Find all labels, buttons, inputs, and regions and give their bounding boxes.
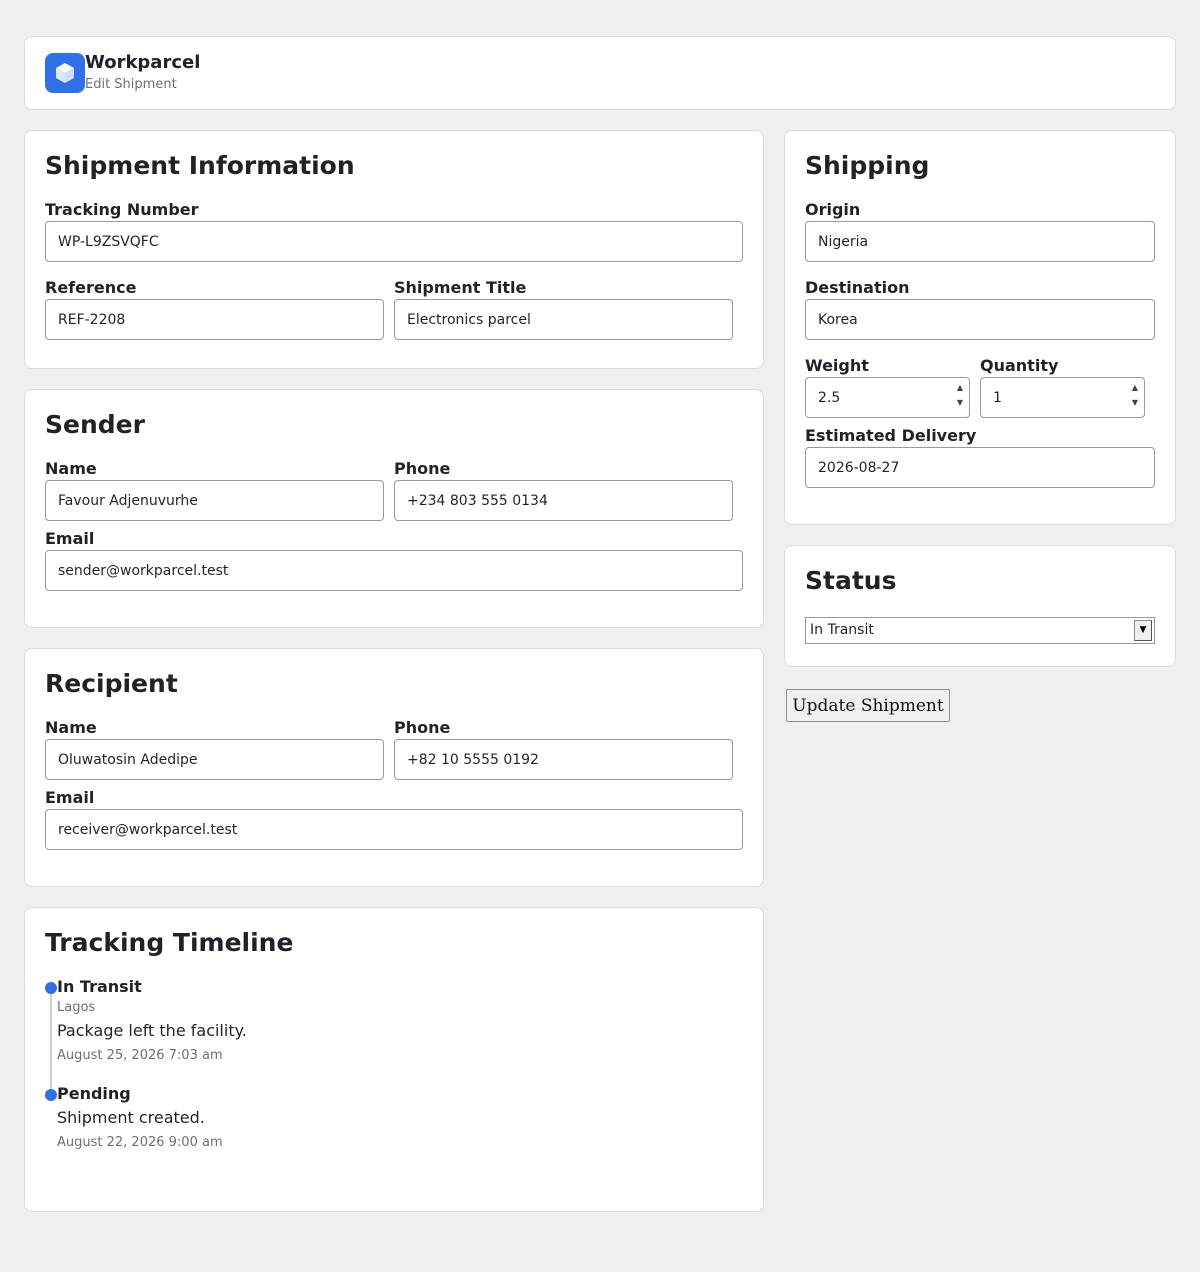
timeline-event-location: Lagos xyxy=(57,1000,96,1015)
timeline-event-status: In Transit xyxy=(57,977,142,996)
weight-stepper[interactable]: ▲ ▼ xyxy=(955,381,965,412)
sender-email-input[interactable] xyxy=(45,550,743,591)
status-select[interactable]: In Transit ▼ xyxy=(805,617,1155,644)
section-title: Shipping xyxy=(805,151,930,180)
sender-phone-input[interactable] xyxy=(394,480,733,521)
timeline-dot xyxy=(45,982,57,994)
recipient-email-input[interactable] xyxy=(45,809,743,850)
tracking-number-input[interactable] xyxy=(45,221,743,262)
shipment-title-label: Shipment Title xyxy=(394,278,527,297)
timeline-event-time: August 25, 2026 7:03 am xyxy=(57,1048,223,1063)
page-subtitle: Edit Shipment xyxy=(85,77,177,92)
sender-name-input[interactable] xyxy=(45,480,384,521)
timeline-event-time: August 22, 2026 9:00 am xyxy=(57,1135,223,1150)
weight-input[interactable] xyxy=(805,377,970,418)
recipient-name-label: Name xyxy=(45,718,97,737)
update-shipment-button[interactable]: Update Shipment xyxy=(786,689,950,722)
timeline-event-message: Shipment created. xyxy=(57,1108,205,1127)
sender-name-label: Name xyxy=(45,459,97,478)
section-title: Recipient xyxy=(45,669,178,698)
sender-email-label: Email xyxy=(45,529,95,548)
stepper-up-icon[interactable]: ▲ xyxy=(1130,381,1140,395)
timeline-line xyxy=(50,990,52,1094)
sender-card: Sender Name Phone Email xyxy=(24,389,764,628)
stepper-down-icon[interactable]: ▼ xyxy=(1130,396,1140,410)
status-select-value: In Transit xyxy=(810,622,874,638)
section-title: Status xyxy=(805,566,897,595)
shipping-card: Shipping Origin Destination Weight Quant… xyxy=(784,130,1176,525)
stepper-down-icon[interactable]: ▼ xyxy=(955,396,965,410)
brand-name: Workparcel xyxy=(85,52,201,73)
recipient-phone-label: Phone xyxy=(394,718,451,737)
reference-input[interactable] xyxy=(45,299,384,340)
timeline-event-message: Package left the facility. xyxy=(57,1021,247,1040)
quantity-label: Quantity xyxy=(980,356,1059,375)
package-box-icon xyxy=(45,53,85,93)
section-title: Shipment Information xyxy=(45,151,355,180)
app-header: Workparcel Edit Shipment xyxy=(24,36,1176,110)
sender-phone-label: Phone xyxy=(394,459,451,478)
quantity-input[interactable] xyxy=(980,377,1145,418)
quantity-stepper[interactable]: ▲ ▼ xyxy=(1130,381,1140,412)
recipient-card: Recipient Name Phone Email xyxy=(24,648,764,887)
stepper-up-icon[interactable]: ▲ xyxy=(955,381,965,395)
recipient-name-input[interactable] xyxy=(45,739,384,780)
tracking-number-label: Tracking Number xyxy=(45,200,199,219)
recipient-email-label: Email xyxy=(45,788,95,807)
recipient-phone-input[interactable] xyxy=(394,739,733,780)
timeline-dot xyxy=(45,1089,57,1101)
status-card: Status In Transit ▼ xyxy=(784,545,1176,667)
origin-input[interactable] xyxy=(805,221,1155,262)
reference-label: Reference xyxy=(45,278,137,297)
destination-input[interactable] xyxy=(805,299,1155,340)
origin-label: Origin xyxy=(805,200,861,219)
destination-label: Destination xyxy=(805,278,910,297)
section-title: Sender xyxy=(45,410,145,439)
shipment-info-card: Shipment Information Tracking Number Ref… xyxy=(24,130,764,369)
chevron-down-icon[interactable]: ▼ xyxy=(1134,620,1152,641)
estimated-delivery-label: Estimated Delivery xyxy=(805,426,977,445)
timeline-event-status: Pending xyxy=(57,1084,131,1103)
estimated-delivery-input[interactable] xyxy=(805,447,1155,488)
section-title: Tracking Timeline xyxy=(45,928,294,957)
shipment-title-input[interactable] xyxy=(394,299,733,340)
weight-label: Weight xyxy=(805,356,869,375)
